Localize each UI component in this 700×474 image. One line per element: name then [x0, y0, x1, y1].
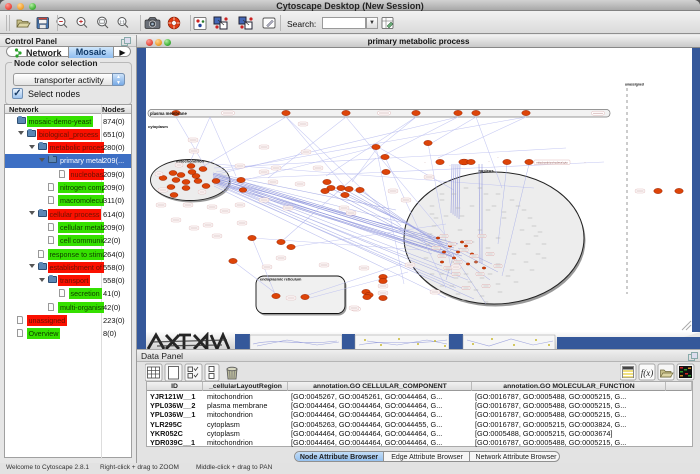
svg-text:unassigned: unassigned [625, 83, 644, 87]
svg-text:...: ... [488, 160, 490, 163]
svg-text:mitochondrion/nucleus/cyto: mitochondrion/nucleus/cyto [536, 160, 568, 164]
svg-text:...: ... [497, 156, 499, 159]
svg-text:mitochondrion: mitochondrion [176, 159, 205, 164]
svg-text:plasma membrane: plasma membrane [150, 111, 187, 116]
svg-text:...: ... [584, 161, 586, 164]
svg-text:f(x): f(x) [641, 368, 654, 378]
svg-text:cytoplasm: cytoplasm [148, 124, 168, 129]
svg-text:1:1: 1:1 [119, 19, 125, 24]
svg-text:...: ... [449, 164, 451, 167]
svg-text:nucleus: nucleus [478, 168, 494, 173]
svg-text:endoplasmic reticulum: endoplasmic reticulum [260, 278, 302, 282]
svg-text:...: ... [424, 161, 426, 164]
